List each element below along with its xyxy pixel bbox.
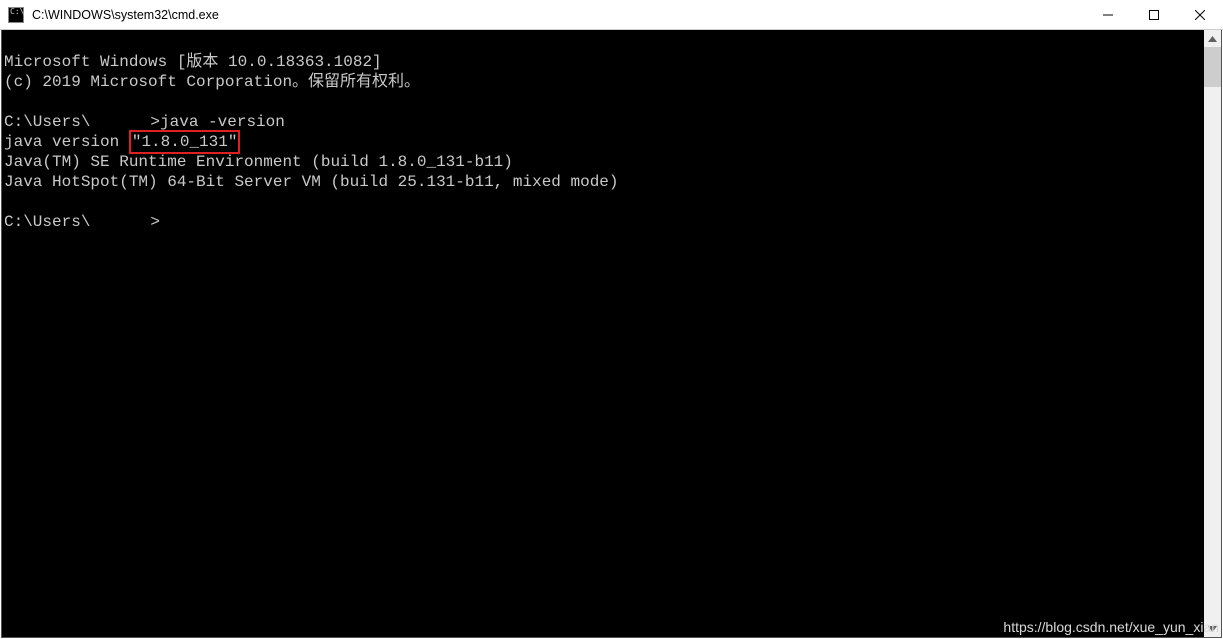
minimize-button[interactable]	[1085, 0, 1131, 29]
titlebar[interactable]: C:\WINDOWS\system32\cmd.exe	[0, 0, 1223, 30]
vertical-scrollbar[interactable]	[1204, 30, 1221, 637]
redacted-username	[90, 115, 150, 131]
scroll-up-button[interactable]	[1204, 30, 1221, 47]
maximize-button[interactable]	[1131, 0, 1177, 29]
hotspot-line: Java HotSpot(TM) 64-Bit Server VM (build…	[4, 173, 619, 191]
java-version-highlight: "1.8.0_131"	[129, 130, 241, 154]
window-title: C:\WINDOWS\system32\cmd.exe	[30, 8, 1085, 22]
terminal-output: Microsoft Windows [版本 10.0.18363.1082] (…	[2, 30, 1204, 254]
os-version-line: Microsoft Windows [版本 10.0.18363.1082]	[4, 53, 382, 71]
cmd-icon	[8, 7, 24, 23]
terminal-viewport[interactable]: Microsoft Windows [版本 10.0.18363.1082] (…	[2, 30, 1204, 637]
window-controls	[1085, 0, 1223, 29]
cmd-window: C:\WINDOWS\system32\cmd.exe Microsoft Wi…	[0, 0, 1223, 639]
java-version-line: java version "1.8.0_131"	[4, 133, 240, 151]
prompt-1: C:\Users\>java -version	[4, 113, 285, 131]
command-java-version: java -version	[160, 113, 285, 131]
redacted-username	[90, 215, 150, 231]
scrollbar-track[interactable]	[1204, 47, 1221, 620]
client-area: Microsoft Windows [版本 10.0.18363.1082] (…	[1, 30, 1222, 638]
jre-line: Java(TM) SE Runtime Environment (build 1…	[4, 153, 513, 171]
scrollbar-thumb[interactable]	[1204, 47, 1221, 87]
close-button[interactable]	[1177, 0, 1223, 29]
copyright-line: (c) 2019 Microsoft Corporation。保留所有权利。	[4, 73, 420, 91]
prompt-2: C:\Users\>	[4, 213, 160, 231]
scroll-down-button[interactable]	[1204, 620, 1221, 637]
